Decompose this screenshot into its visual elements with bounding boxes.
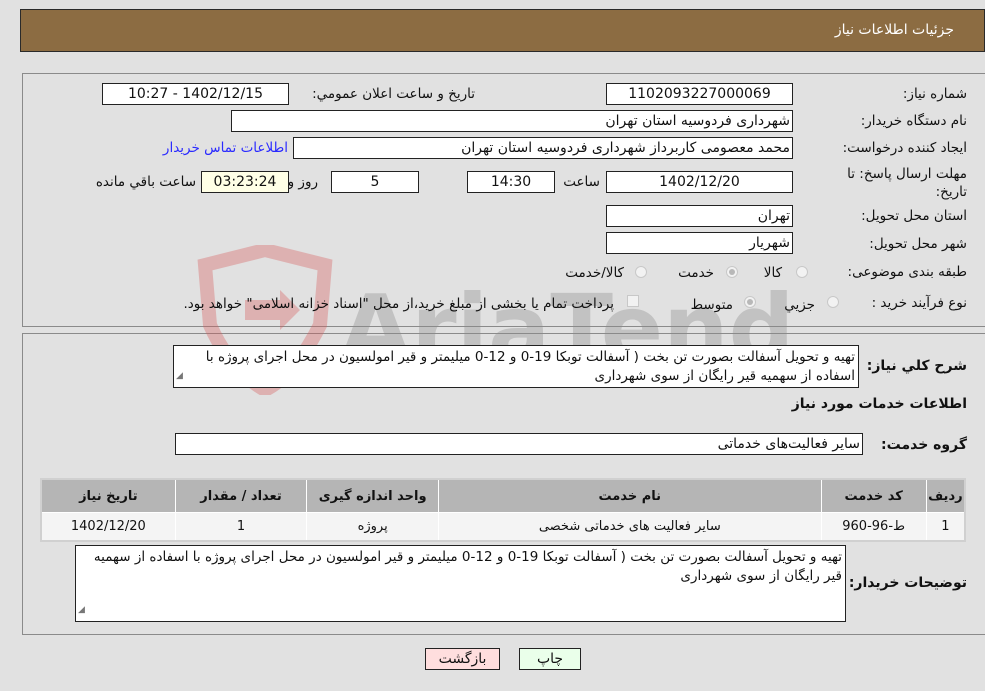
print-button[interactable]: چاپ [519, 648, 581, 670]
announce-datetime-field: 1402/12/15 - 10:27 [102, 83, 289, 105]
deadline-time-field: 14:30 [467, 171, 555, 193]
requester-field: محمد معصومی کاربرداز شهرداری فردوسیه است… [293, 137, 793, 159]
col-service-name: نام خدمت [437, 478, 822, 513]
service-group-label: گروه خدمت: [881, 437, 967, 453]
need-number-field: 1102093227000069 [606, 83, 793, 105]
buyer-notes-text: تهیه و تحویل آسفالت بصورت تن بخت ( آسفال… [93, 549, 842, 584]
description-text: تهیه و تحویل آسفالت بصورت تن بخت ( آسفال… [205, 349, 855, 384]
cell-need-date: 1402/12/20 [40, 512, 176, 542]
services-table: ردیف کد خدمت نام خدمت واحد اندازه گیری ت… [40, 478, 966, 542]
resize-grip-icon[interactable]: ◢ [176, 367, 183, 386]
purchase-type-radio-minor[interactable] [827, 296, 839, 308]
col-need-date: تاریخ نیاز [40, 478, 176, 513]
category-option-goods-service: کالا/خدمت [565, 265, 624, 281]
cell-service-name: سایر فعالیت های خدماتی شخصی [437, 512, 822, 542]
deadline-label: مهلت ارسال پاسخ: تا تاریخ: [847, 166, 967, 200]
services-table-header: ردیف کد خدمت نام خدمت واحد اندازه گیری ت… [40, 478, 966, 513]
city-field: شهریار [606, 232, 793, 254]
buyer-org-label: نام دستگاه خریدار: [860, 113, 967, 129]
category-radio-goods-service[interactable] [635, 266, 647, 278]
province-field: تهران [606, 205, 793, 227]
services-section-title: اطلاعات خدمات مورد نیاز [791, 396, 967, 412]
category-option-service: خدمت [678, 265, 714, 281]
cell-row-number: 1 [925, 512, 966, 542]
purchase-type-option-minor: جزيي [784, 297, 815, 313]
category-radio-goods[interactable] [796, 266, 808, 278]
buyer-notes-textarea[interactable]: تهیه و تحویل آسفالت بصورت تن بخت ( آسفال… [75, 545, 846, 622]
requester-label: ایجاد کننده درخواست: [842, 140, 967, 156]
purchase-type-radio-medium[interactable] [744, 296, 756, 308]
province-label: استان محل تحویل: [861, 208, 967, 224]
table-row: 1 ط-96-960 سایر فعالیت های خدماتی شخصی پ… [40, 512, 966, 542]
cell-service-code: ط-96-960 [820, 512, 927, 542]
col-unit: واحد اندازه گیری [306, 478, 439, 513]
page-header: جزئیات اطلاعات نیاز [20, 9, 985, 52]
announce-datetime-label: تاریخ و ساعت اعلان عمومي: [312, 86, 475, 102]
category-radio-service[interactable] [726, 266, 738, 278]
days-label: روز و [287, 174, 318, 190]
category-option-goods: کالا [763, 265, 782, 281]
description-textarea[interactable]: تهیه و تحویل آسفالت بصورت تن بخت ( آسفال… [173, 345, 859, 388]
category-label: طبقه بندی موضوعی: [847, 264, 967, 280]
page-title: جزئیات اطلاعات نیاز [834, 22, 954, 38]
purchase-type-option-medium: متوسط [690, 297, 733, 313]
remaining-days-field: 5 [331, 171, 419, 193]
description-label: شرح كلي نياز: [866, 358, 967, 374]
deadline-time-label: ساعت [563, 174, 600, 190]
buyer-org-field: شهرداری فردوسیه استان تهران [231, 110, 793, 132]
back-button[interactable]: بازگشت [425, 648, 500, 670]
col-quantity: تعداد / مقدار [174, 478, 308, 513]
service-group-field: سایر فعالیت‌های خدماتی [175, 433, 863, 455]
city-label: شهر محل تحویل: [869, 236, 967, 252]
cell-quantity: 1 [174, 512, 308, 542]
resize-grip-icon[interactable]: ◢ [78, 601, 85, 620]
remaining-time-label: ساعت باقي مانده [95, 174, 196, 190]
deadline-date-field: 1402/12/20 [606, 171, 793, 193]
need-number-label: شماره نیاز: [902, 86, 967, 102]
cell-unit: پروژه [306, 512, 439, 542]
buyer-contact-link[interactable]: اطلاعات تماس خریدار [163, 140, 288, 156]
buyer-notes-label: توضیحات خریدار: [848, 575, 967, 591]
col-row-number: ردیف [925, 478, 966, 513]
treasury-checkbox-label: پرداخت تمام یا بخشی از مبلغ خرید،از محل … [183, 296, 614, 312]
remaining-time-field: 03:23:24 [201, 171, 289, 193]
treasury-checkbox[interactable] [627, 295, 639, 307]
col-service-code: کد خدمت [820, 478, 927, 513]
purchase-type-label: نوع فرآیند خرید : [871, 295, 967, 311]
